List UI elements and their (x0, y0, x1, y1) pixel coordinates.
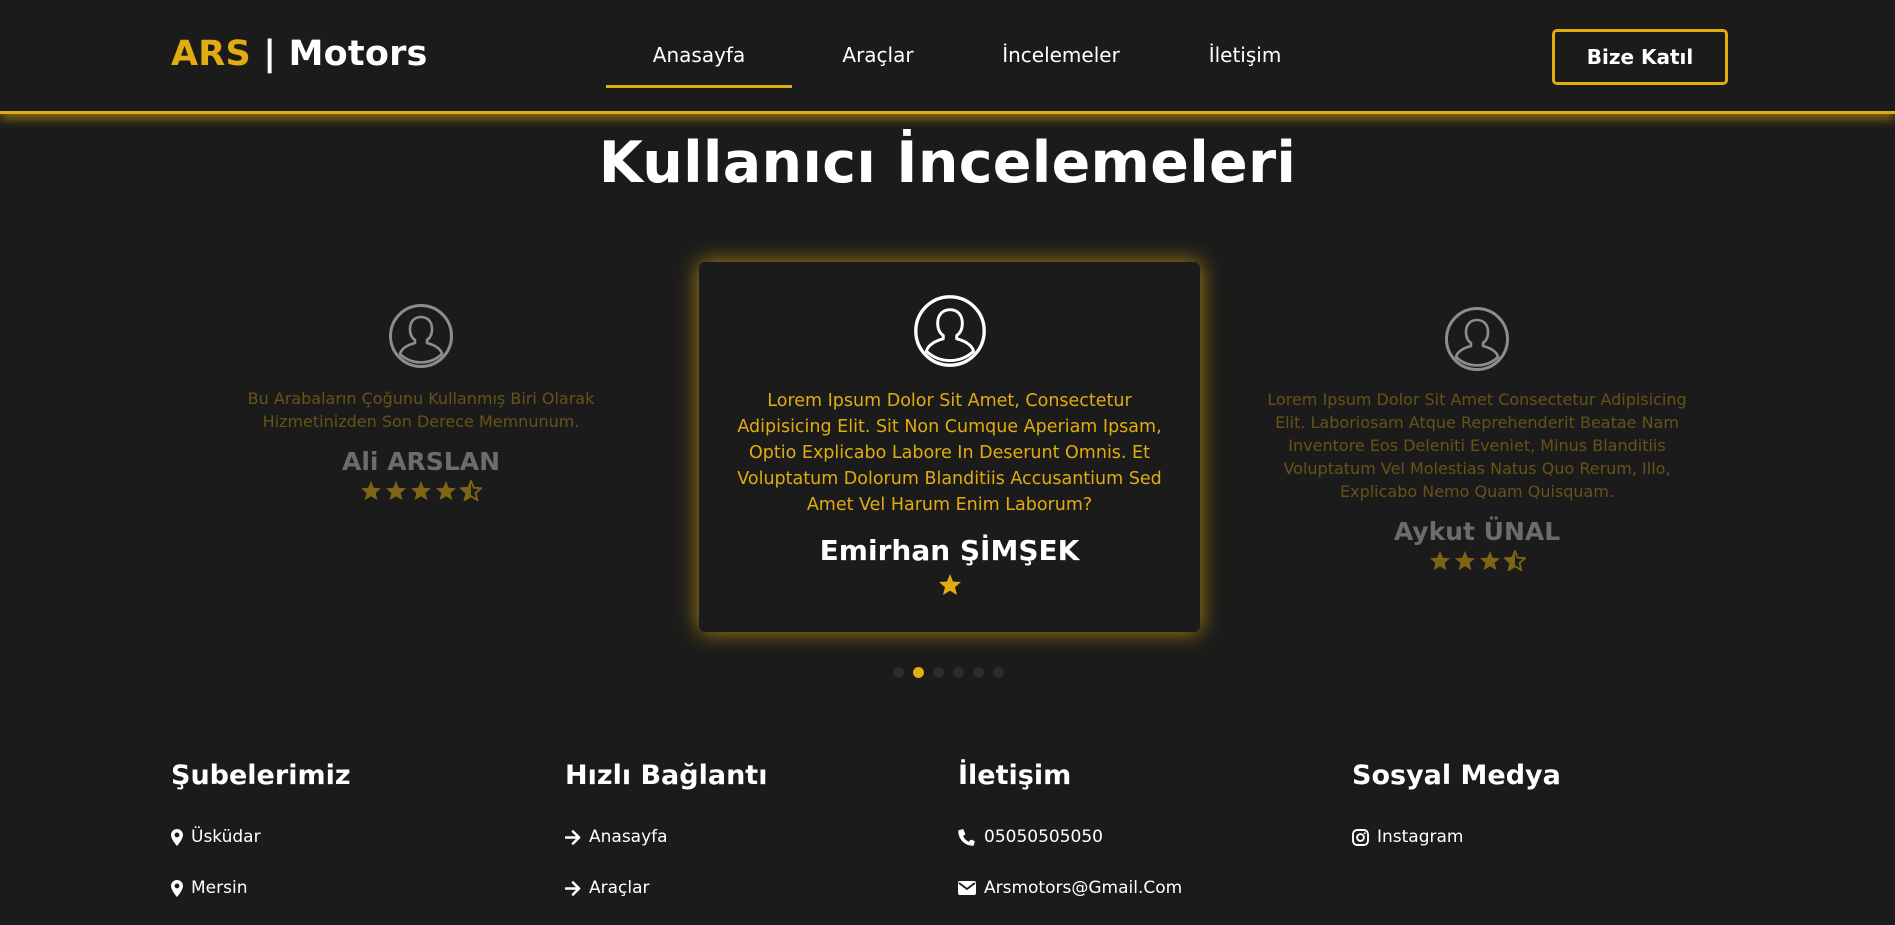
phone-icon (958, 828, 976, 846)
arrow-right-icon (565, 880, 581, 896)
contact-phone[interactable]: 05050505050 (958, 827, 1103, 847)
reviewer-name: Emirhan ŞİMŞEK (819, 534, 1080, 567)
footer-quick-links: Hızlı Bağlantı Anasayfa Araçlar (565, 760, 768, 898)
pagination-dot[interactable] (893, 667, 904, 678)
nav-item-anasayfa[interactable]: Anasayfa (606, 38, 792, 88)
review-card-active[interactable]: Lorem Ipsum Dolor Sit Amet, Consectetur … (699, 262, 1200, 632)
star-icon (385, 480, 407, 501)
star-icon (1454, 550, 1475, 571)
branch-label: Mersin (191, 878, 248, 898)
map-marker-icon (171, 879, 183, 897)
quick-link-label: Araçlar (589, 878, 650, 898)
user-circle-icon (1445, 307, 1509, 371)
quick-link-araclar[interactable]: Araçlar (565, 878, 650, 898)
site-header: ARS | Motors Anasayfa Araçlar İncelemele… (0, 0, 1895, 114)
review-card[interactable]: Bu Arabaların Çoğunu Kullanmış Biri Olar… (236, 303, 606, 501)
star-icon (360, 480, 382, 501)
star-half-icon (1503, 550, 1526, 571)
star-icon (1479, 550, 1500, 571)
star-half-icon (460, 480, 482, 501)
star-icon (1429, 550, 1450, 571)
contact-email[interactable]: Arsmotors@Gmail.Com (958, 878, 1182, 898)
footer-contact: İletişim 05050505050 Arsmotors@Gmail.Com (958, 760, 1182, 898)
section-title: Kullanıcı İncelemeleri (598, 130, 1297, 196)
nav-item-incelemeler[interactable]: İncelemeler (964, 38, 1158, 88)
main-nav: Anasayfa Araçlar İncelemeler İletişim (606, 38, 1332, 88)
review-card[interactable]: Lorem Ipsum Dolor Sit Amet Consectetur A… (1266, 306, 1688, 571)
envelope-icon (958, 881, 976, 895)
instagram-icon (1352, 828, 1369, 846)
social-instagram[interactable]: Instagram (1352, 827, 1464, 847)
reviewer-name: Aykut ÜNAL (1393, 517, 1561, 546)
logo-rest: | Motors (263, 34, 428, 74)
review-text: Lorem Ipsum Dolor Sit Amet, Consectetur … (737, 391, 1162, 515)
join-button[interactable]: Bize Katıl (1552, 29, 1728, 85)
user-circle-icon (389, 304, 453, 368)
pagination-dot[interactable] (933, 667, 944, 678)
map-marker-icon (171, 828, 183, 846)
review-text: Lorem Ipsum Dolor Sit Amet Consectetur A… (1267, 390, 1687, 501)
star-icon (410, 480, 432, 501)
rating-stars (1266, 550, 1688, 571)
carousel-pagination (893, 667, 1004, 678)
rating-stars (729, 573, 1170, 596)
footer-heading: Hızlı Bağlantı (565, 760, 768, 791)
contact-email-label: Arsmotors@Gmail.Com (984, 878, 1183, 898)
footer-branches: Şubelerimiz Üsküdar Mersin (171, 760, 351, 898)
pagination-dot-active[interactable] (913, 667, 924, 678)
footer-heading: Sosyal Medya (1352, 760, 1561, 791)
logo-brand: ARS (171, 34, 251, 74)
social-label: Instagram (1377, 827, 1464, 847)
footer-heading: İletişim (958, 760, 1072, 791)
pagination-dot[interactable] (953, 667, 964, 678)
user-circle-icon (913, 295, 986, 367)
star-icon (938, 574, 961, 595)
footer-social: Sosyal Medya Instagram (1352, 760, 1561, 847)
site-logo[interactable]: ARS | Motors (171, 34, 428, 74)
review-text: Bu Arabaların Çoğunu Kullanmış Biri Olar… (247, 389, 595, 431)
quick-link-label: Anasayfa (589, 827, 668, 847)
pagination-dot[interactable] (993, 667, 1004, 678)
arrow-right-icon (565, 829, 581, 845)
pagination-dot[interactable] (973, 667, 984, 678)
quick-link-anasayfa[interactable]: Anasayfa (565, 827, 668, 847)
star-icon (435, 480, 457, 501)
branch-mersin[interactable]: Mersin (171, 878, 247, 898)
nav-item-iletisim[interactable]: İletişim (1158, 38, 1332, 88)
reviewer-name: Ali ARSLAN (342, 447, 500, 476)
contact-phone-label: 05050505050 (984, 827, 1103, 847)
footer-heading: Şubelerimiz (171, 760, 351, 791)
rating-stars (236, 480, 606, 501)
branch-label: Üsküdar (191, 827, 261, 847)
nav-item-araclar[interactable]: Araçlar (792, 38, 964, 88)
branch-uskudar[interactable]: Üsküdar (171, 827, 261, 847)
